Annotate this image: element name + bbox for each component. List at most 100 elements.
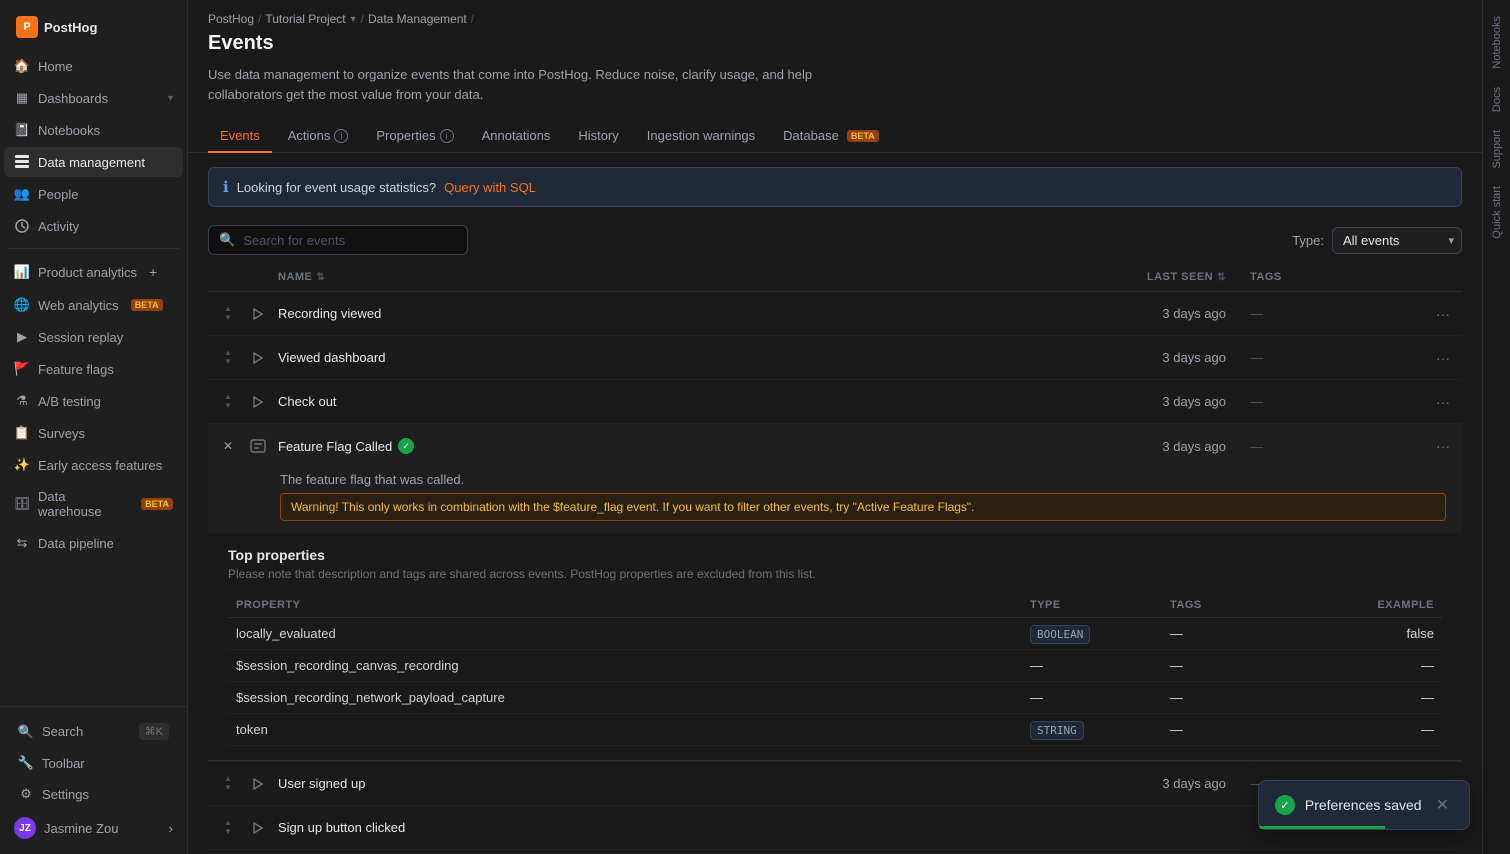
sort-icon-2: ⇅ (1217, 272, 1226, 283)
query-sql-link[interactable]: Query with SQL (444, 180, 536, 195)
type-select[interactable]: All events Custom events PostHog events (1332, 227, 1462, 254)
sidebar-item-early-access[interactable]: ✨ Early access features (4, 450, 183, 480)
prop-name: $session_recording_network_payload_captu… (228, 682, 1022, 714)
table-row[interactable]: ▲ ▼ Recording viewed 3 days ago — ··· (208, 292, 1462, 336)
sidebar-item-people[interactable]: 👥 People (4, 179, 183, 209)
more-options-button[interactable]: ··· (1428, 302, 1458, 326)
sidebar-item-data-management[interactable]: Data management (4, 147, 183, 177)
sidebar-item-label: Session replay (38, 330, 123, 345)
prop-example: — (1282, 714, 1442, 746)
event-actions-expanded: ··· (1402, 434, 1462, 458)
brand-logo[interactable]: P PostHog (8, 10, 179, 44)
posthog-icon: P (16, 16, 38, 38)
toast-progress-bar (1259, 826, 1385, 829)
tab-ingestion-warnings[interactable]: Ingestion warnings (635, 120, 767, 153)
updown-button[interactable]: ▲ ▼ (208, 389, 248, 414)
tab-history[interactable]: History (566, 120, 630, 153)
right-panel-docs[interactable]: Docs (1487, 79, 1507, 120)
table-row[interactable]: ▲ ▼ User viewed homepage 3 days ago ··· (208, 850, 1462, 854)
breadcrumb-posthog[interactable]: PostHog (208, 12, 254, 26)
sidebar-item-ab-testing[interactable]: ⚗ A/B testing (4, 386, 183, 416)
more-options-button[interactable]: ··· (1428, 346, 1458, 370)
event-icon (248, 348, 268, 368)
tab-annotations[interactable]: Annotations (470, 120, 563, 153)
toolbar-icon: 🔧 (18, 755, 34, 771)
sidebar-item-home[interactable]: 🏠 Home (4, 51, 183, 81)
toast-text: Preferences saved (1305, 797, 1422, 813)
sidebar-item-notebooks[interactable]: 📓 Notebooks (4, 115, 183, 145)
prop-row: $session_recording_canvas_recording — — … (228, 650, 1442, 682)
search-input[interactable] (243, 233, 457, 248)
sidebar-item-activity[interactable]: Activity (4, 211, 183, 241)
event-icon (248, 774, 268, 794)
tab-properties[interactable]: Properties i (364, 120, 465, 153)
updown-button[interactable]: ▲ ▼ (208, 345, 248, 370)
sidebar-item-toolbar[interactable]: 🔧 Toolbar (8, 748, 179, 778)
table-row[interactable]: ▲ ▼ Viewed dashboard 3 days ago — ··· (208, 336, 1462, 380)
down-arrow: ▼ (224, 402, 232, 410)
chevron-down-icon: ▾ (168, 93, 173, 104)
tab-events[interactable]: Events (208, 120, 272, 153)
sidebar-item-feature-flags[interactable]: 🚩 Feature flags (4, 354, 183, 384)
updown-button-expanded[interactable]: ✕ (208, 436, 248, 456)
toast-close-button[interactable]: ✕ (1432, 795, 1453, 815)
sidebar-item-surveys[interactable]: 📋 Surveys (4, 418, 183, 448)
sidebar-item-session-replay[interactable]: ▶ Session replay (4, 322, 183, 352)
breadcrumb-project[interactable]: Tutorial Project (265, 12, 345, 26)
breadcrumb-data-management[interactable]: Data Management (368, 12, 467, 26)
up-arrow: ▲ (224, 775, 232, 783)
info-icon-properties: i (440, 129, 454, 143)
sidebar-user[interactable]: JZ Jasmine Zou › (4, 810, 183, 846)
top-properties-subtitle: Please note that description and tags ar… (228, 567, 1442, 581)
tab-history-label: History (578, 128, 618, 143)
header-tags: TAGS (1242, 271, 1402, 283)
breadcrumb-sep-1: / (258, 12, 261, 26)
event-name: User signed up (278, 776, 1102, 791)
name-col-label: NAME (278, 271, 312, 283)
table-row-expanded[interactable]: ✕ Feature Flag Called ✓ 3 days ago — ··· (208, 424, 1462, 762)
search-filter-row: 🔍 Type: All events Custom events PostHog… (188, 217, 1482, 263)
tab-database[interactable]: Database BETA (771, 120, 891, 153)
tab-actions[interactable]: Actions i (276, 120, 361, 153)
add-product-analytics-button[interactable]: + (145, 263, 161, 281)
tab-ingestion-label: Ingestion warnings (647, 128, 755, 143)
header-actions (1402, 271, 1462, 283)
table-row[interactable]: ▲ ▼ Check out 3 days ago — ··· (208, 380, 1462, 424)
avatar: JZ (14, 817, 36, 839)
event-row-header: ✕ Feature Flag Called ✓ 3 days ago — ··· (208, 424, 1462, 468)
sidebar-item-label: Notebooks (38, 123, 100, 138)
sidebar-item-data-pipeline[interactable]: ⇆ Data pipeline (4, 528, 183, 558)
sidebar-item-dashboards[interactable]: ▦ Dashboards ▾ (4, 83, 183, 113)
search-shortcut: ⌘K (139, 723, 169, 740)
prop-row: token STRING — — (228, 714, 1442, 746)
up-arrow: ▲ (224, 349, 232, 357)
sidebar-item-data-warehouse[interactable]: 🗄 Data warehouse BETA (4, 482, 183, 526)
tabs-bar: Events Actions i Properties i Annotation… (188, 120, 1482, 153)
event-name: Check out (278, 394, 1102, 409)
updown-button[interactable]: ▲ ▼ (208, 771, 248, 796)
more-options-button-expanded[interactable]: ··· (1428, 434, 1458, 458)
sort-icon: ⇅ (316, 272, 325, 283)
event-icon-expanded (248, 436, 268, 456)
right-panel-support[interactable]: Support (1487, 122, 1507, 177)
event-last-seen-expanded: 3 days ago (1102, 439, 1242, 454)
top-properties-section: Top properties Please note that descript… (208, 533, 1462, 761)
sidebar-item-search[interactable]: 🔍 Search ⌘K (8, 716, 179, 747)
updown-button[interactable]: ▲ ▼ (208, 815, 248, 840)
prop-tags: — (1162, 682, 1282, 714)
event-last-seen: 3 days ago (1102, 306, 1242, 321)
expanded-content: The feature flag that was called. Warnin… (208, 468, 1462, 533)
down-arrow: ▼ (224, 784, 232, 792)
sidebar-item-product-analytics[interactable]: 📊 Product analytics + (4, 256, 183, 288)
more-options-button[interactable]: ··· (1428, 390, 1458, 414)
sidebar-item-web-analytics[interactable]: 🌐 Web analytics BETA (4, 290, 183, 320)
activity-icon (14, 218, 30, 234)
right-panel-notebooks[interactable]: Notebooks (1487, 8, 1507, 77)
sidebar-item-settings[interactable]: ⚙ Settings (8, 779, 179, 809)
prop-type: BOOLEAN (1022, 618, 1162, 650)
updown-button[interactable]: ▲ ▼ (208, 301, 248, 326)
event-tags: — (1242, 350, 1402, 365)
right-panel-quick-start[interactable]: Quick start (1487, 178, 1507, 247)
prop-col-type: TYPE (1022, 593, 1162, 618)
event-last-seen: 3 days ago (1102, 776, 1242, 791)
